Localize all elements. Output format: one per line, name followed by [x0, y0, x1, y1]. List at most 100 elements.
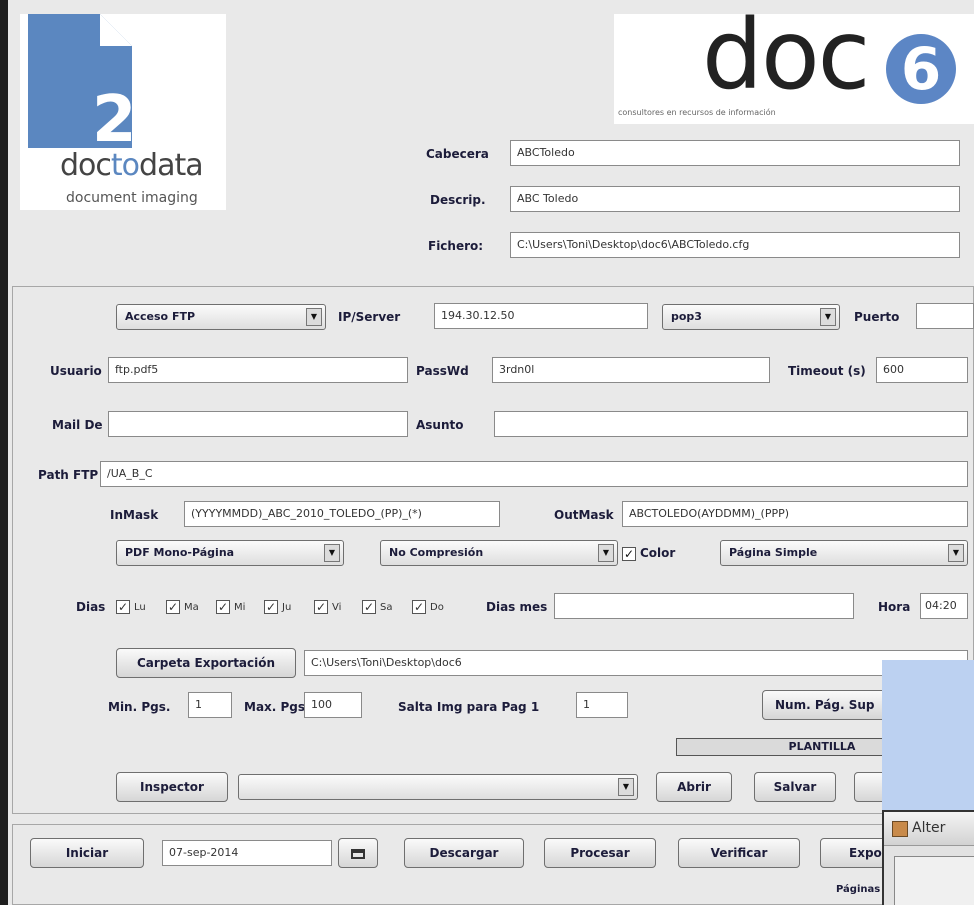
- overlay-window-title: Alter: [912, 820, 946, 836]
- outmask-field[interactable]: ABCTOLEDO(AYDDMM)_(PPP): [622, 501, 968, 527]
- hour-label: Hora: [878, 600, 911, 614]
- open-button[interactable]: Abrir: [656, 772, 732, 802]
- max-pages-label: Max. Pgs.: [244, 700, 310, 714]
- verify-button[interactable]: Verificar: [678, 838, 800, 868]
- logo-digit: 2: [92, 83, 137, 157]
- doc6-circle: 6: [886, 34, 956, 104]
- doc6-tagline: consultores en recursos de información: [618, 108, 776, 117]
- timeout-field[interactable]: 600: [876, 357, 968, 383]
- inmask-field[interactable]: (YYYYMMDD)_ABC_2010_TOLEDO_(PP)_(*): [184, 501, 500, 527]
- day-checkbox-ma[interactable]: ✓ Ma: [166, 600, 199, 614]
- logo-brand-doc: doc: [60, 148, 112, 183]
- user-label: Usuario: [50, 364, 102, 378]
- inmask-label: InMask: [110, 508, 159, 522]
- max-pages-field[interactable]: 100: [304, 692, 362, 718]
- chevron-down-icon: ▼: [820, 308, 836, 326]
- protocol-select[interactable]: pop3 ▼: [662, 304, 840, 330]
- color-checkbox[interactable]: ✓ Color: [622, 546, 675, 561]
- port-label: Puerto: [854, 310, 900, 324]
- server-label: IP/Server: [338, 310, 401, 324]
- days-month-field[interactable]: [554, 593, 854, 619]
- pdf-mode-value: PDF Mono-Página: [125, 546, 235, 559]
- day-checkbox-ju[interactable]: ✓ Ju: [264, 600, 291, 614]
- port-field[interactable]: [916, 303, 974, 329]
- user-field[interactable]: ftp.pdf5: [108, 357, 408, 383]
- mail-label: Mail De: [52, 418, 103, 432]
- skip-image-field[interactable]: 1: [576, 692, 628, 718]
- subject-label: Asunto: [416, 418, 464, 432]
- day-label: Do: [430, 602, 444, 613]
- checkmark-icon: ✓: [166, 600, 180, 614]
- chevron-down-icon: ▼: [598, 544, 614, 562]
- doc6-text: doc: [702, 0, 870, 111]
- skip-image-label: Salta Img para Pag 1: [398, 700, 540, 714]
- day-label: Sa: [380, 602, 393, 613]
- server-field[interactable]: 194.30.12.50: [434, 303, 648, 329]
- app-icon: [892, 821, 908, 837]
- mail-field[interactable]: [108, 411, 408, 437]
- page-mode-select[interactable]: Página Simple ▼: [720, 540, 968, 566]
- checkmark-icon: ✓: [314, 600, 328, 614]
- logo-subtitle: document imaging: [66, 190, 198, 206]
- day-checkbox-sa[interactable]: ✓ Sa: [362, 600, 392, 614]
- min-pages-field[interactable]: 1: [188, 692, 232, 718]
- checkmark-icon: ✓: [216, 600, 230, 614]
- access-mode-value: Acceso FTP: [125, 310, 196, 323]
- descrip-field[interactable]: ABC Toledo: [510, 186, 960, 212]
- calendar-button[interactable]: [338, 838, 378, 868]
- checkmark-icon: ✓: [362, 600, 376, 614]
- chevron-down-icon: ▼: [948, 544, 964, 562]
- chevron-down-icon: ▼: [618, 778, 634, 796]
- chevron-down-icon: ▼: [306, 308, 322, 326]
- logo-brand: doctodata: [60, 148, 204, 183]
- download-button[interactable]: Descargar: [404, 838, 524, 868]
- logo-brand-data: data: [139, 148, 204, 183]
- compression-select[interactable]: No Compresión ▼: [380, 540, 618, 566]
- start-button[interactable]: Iniciar: [30, 838, 144, 868]
- cabecera-field[interactable]: ABCToledo: [510, 140, 960, 166]
- path-field[interactable]: /UA_B_C: [100, 461, 968, 487]
- subject-field[interactable]: [494, 411, 968, 437]
- descrip-label: Descrip.: [430, 193, 486, 207]
- hour-field[interactable]: 04:20: [920, 593, 968, 619]
- checkmark-icon: ✓: [412, 600, 426, 614]
- outmask-label: OutMask: [554, 508, 614, 522]
- fichero-field[interactable]: C:\Users\Toni\Desktop\doc6\ABCToledo.cfg: [510, 232, 960, 258]
- day-checkbox-lu[interactable]: ✓ Lu: [116, 600, 146, 614]
- fichero-label: Fichero:: [428, 239, 484, 253]
- day-checkbox-vi[interactable]: ✓ Vi: [314, 600, 341, 614]
- save-button[interactable]: Salvar: [754, 772, 836, 802]
- overlay-title-bar[interactable]: Alter: [884, 812, 974, 846]
- day-label: Lu: [134, 602, 146, 613]
- doc6-digit: 6: [900, 35, 942, 103]
- protocol-value: pop3: [671, 310, 702, 323]
- inspector-button[interactable]: Inspector: [116, 772, 228, 802]
- overlay-light-panel: [882, 660, 974, 810]
- password-label: PassWd: [416, 364, 469, 378]
- overlay-content: [894, 856, 974, 905]
- checkmark-icon: ✓: [622, 546, 636, 561]
- day-label: Ju: [282, 602, 292, 613]
- pages-label: Páginas: [836, 884, 881, 895]
- doctodata-logo: 2 doctodata document imaging: [20, 14, 226, 210]
- date-field[interactable]: 07-sep-2014: [162, 840, 332, 866]
- pdf-mode-select[interactable]: PDF Mono-Página ▼: [116, 540, 344, 566]
- timeout-label: Timeout (s): [788, 364, 866, 378]
- access-mode-select[interactable]: Acceso FTP ▼: [116, 304, 326, 330]
- cabecera-label: Cabecera: [426, 147, 489, 161]
- min-pages-label: Min. Pgs.: [108, 700, 171, 714]
- compression-value: No Compresión: [389, 546, 484, 559]
- export-folder-field[interactable]: C:\Users\Toni\Desktop\doc6: [304, 650, 968, 676]
- process-button[interactable]: Procesar: [544, 838, 656, 868]
- calendar-icon: [351, 848, 365, 859]
- path-label: Path FTP: [38, 468, 99, 482]
- password-field[interactable]: 3rdn0l: [492, 357, 770, 383]
- day-checkbox-mi[interactable]: ✓ Mi: [216, 600, 245, 614]
- export-folder-button[interactable]: Carpeta Exportación: [116, 648, 296, 678]
- days-label: Dias: [76, 600, 106, 614]
- color-label: Color: [640, 546, 676, 560]
- overlay-window[interactable]: Alter: [882, 810, 974, 905]
- inspector-select[interactable]: ▼: [238, 774, 638, 800]
- day-checkbox-do[interactable]: ✓ Do: [412, 600, 444, 614]
- doc6-logo: doc 6 consultores en recursos de informa…: [614, 0, 974, 124]
